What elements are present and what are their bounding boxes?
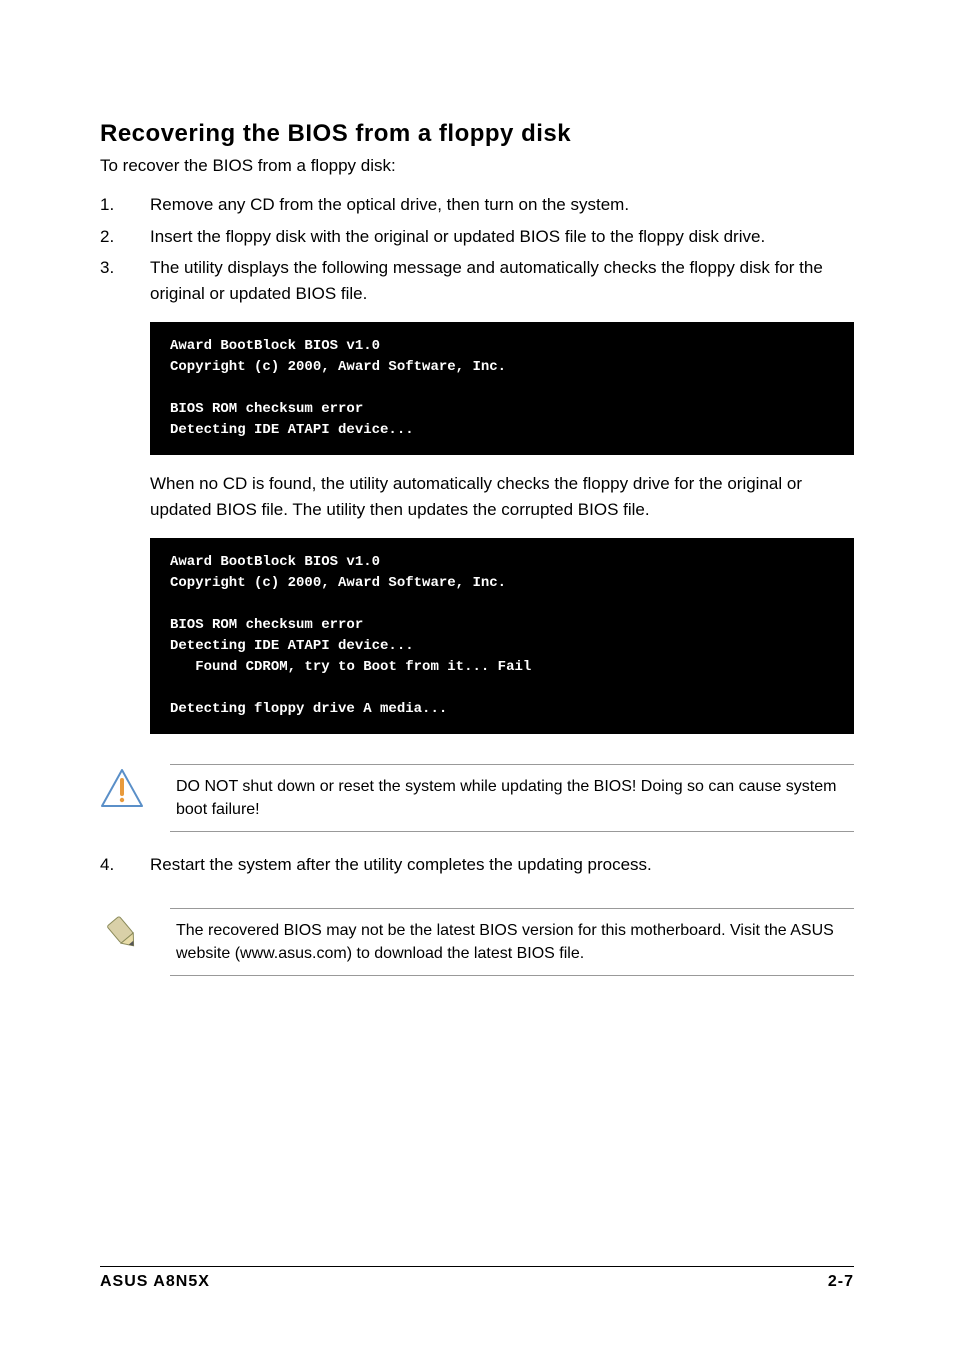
warning-note-box: DO NOT shut down or reset the system whi… (100, 764, 854, 832)
steps-list-2: 4. Restart the system after the utility … (100, 852, 854, 878)
warning-icon (100, 764, 170, 808)
list-item: 2. Insert the floppy disk with the origi… (100, 224, 854, 250)
list-item: 1. Remove any CD from the optical drive,… (100, 192, 854, 218)
footer-left: ASUS A8N5X (100, 1273, 210, 1291)
step-text: Insert the floppy disk with the original… (150, 224, 854, 250)
info-note-text: The recovered BIOS may not be the latest… (170, 908, 854, 976)
page-footer: ASUS A8N5X 2-7 (100, 1266, 854, 1291)
followup-text: When no CD is found, the utility automat… (150, 471, 854, 522)
step-number: 4. (100, 852, 150, 878)
step-text: Remove any CD from the optical drive, th… (150, 192, 854, 218)
terminal-output-2: Award BootBlock BIOS v1.0 Copyright (c) … (150, 538, 854, 734)
list-item: 4. Restart the system after the utility … (100, 852, 854, 878)
warning-note-text: DO NOT shut down or reset the system whi… (170, 764, 854, 832)
step-number: 3. (100, 255, 150, 306)
step-number: 2. (100, 224, 150, 250)
terminal-output-1: Award BootBlock BIOS v1.0 Copyright (c) … (150, 322, 854, 455)
step-text: Restart the system after the utility com… (150, 852, 854, 878)
section-title: Recovering the BIOS from a floppy disk (100, 120, 854, 148)
step-text: The utility displays the following messa… (150, 255, 854, 306)
footer-right: 2-7 (828, 1273, 854, 1291)
info-note-box: The recovered BIOS may not be the latest… (100, 908, 854, 976)
list-item: 3. The utility displays the following me… (100, 255, 854, 306)
pencil-icon (100, 908, 170, 952)
step-number: 1. (100, 192, 150, 218)
intro-text: To recover the BIOS from a floppy disk: (100, 156, 854, 176)
steps-list: 1. Remove any CD from the optical drive,… (100, 192, 854, 306)
